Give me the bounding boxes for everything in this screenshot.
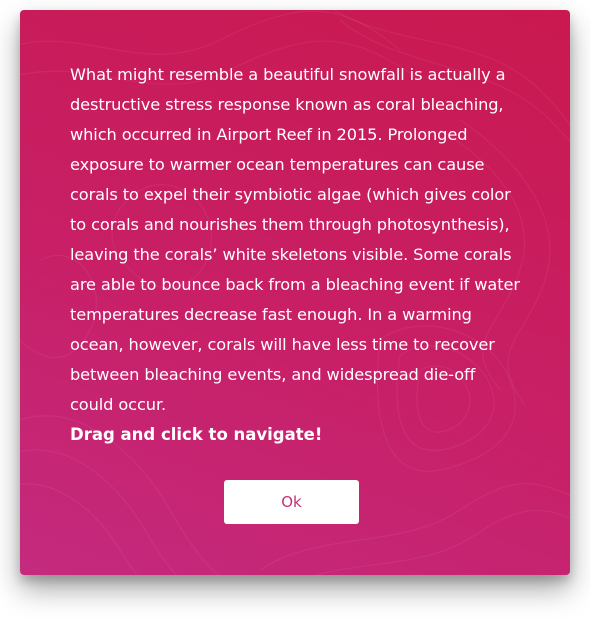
ok-button[interactable]: Ok bbox=[224, 480, 359, 524]
dialog-paragraph: What might resemble a beautiful snowfall… bbox=[70, 65, 520, 414]
navigation-hint: Drag and click to navigate! bbox=[70, 425, 323, 444]
info-dialog: What might resemble a beautiful snowfall… bbox=[20, 10, 570, 575]
